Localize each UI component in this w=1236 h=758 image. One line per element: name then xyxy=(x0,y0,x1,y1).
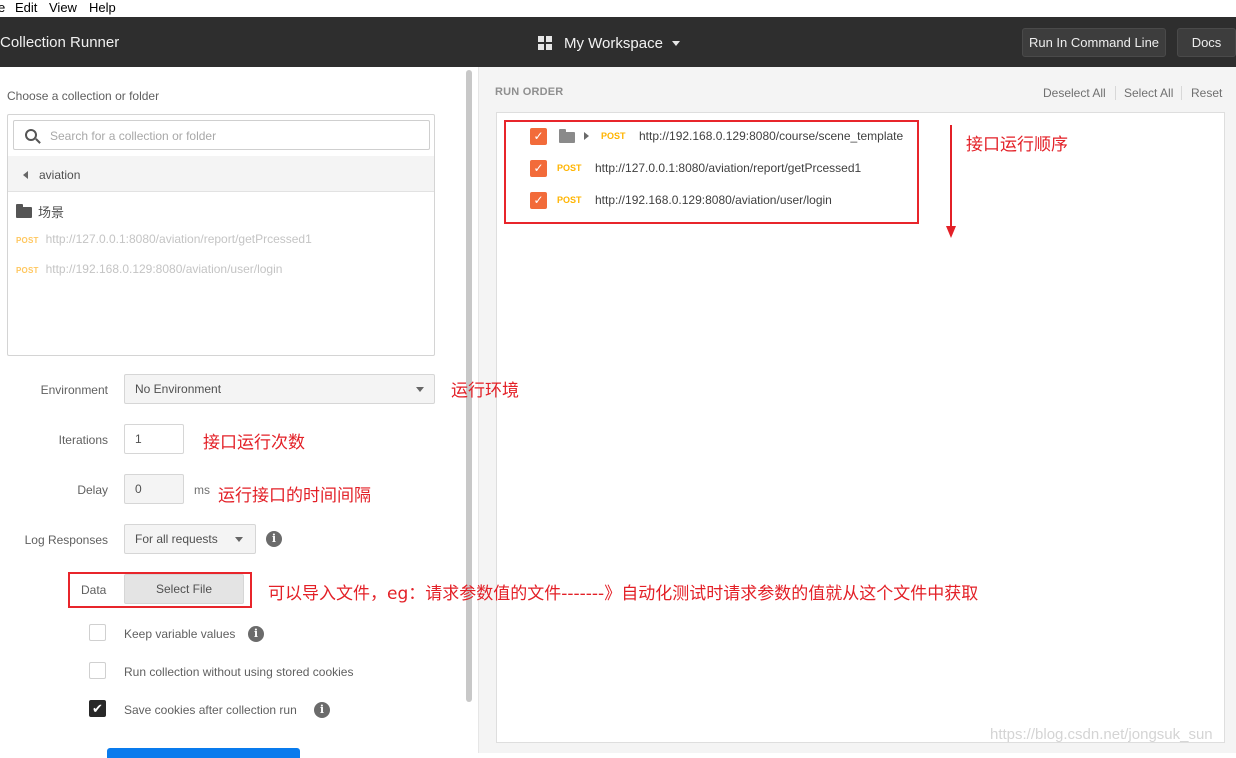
separator xyxy=(1115,86,1116,100)
iterations-note: 接口运行次数 xyxy=(203,433,305,453)
menu-item-help[interactable]: Help xyxy=(89,0,116,15)
watermark: https://blog.csdn.net/jongsuk_sun xyxy=(990,726,1213,743)
folder-icon xyxy=(16,204,32,218)
keep-variable-values-label: Keep variable values xyxy=(124,627,236,641)
environment-label: Environment xyxy=(40,383,108,397)
collection-picker: Search for a collection or folder aviati… xyxy=(7,114,435,356)
data-file-note: 可以导入文件，eg：请求参数值的文件-------》自动化测试时请求参数的值就从… xyxy=(268,584,979,604)
environment-select[interactable]: No Environment xyxy=(124,374,435,404)
run-in-command-line-button[interactable]: Run In Command Line xyxy=(1022,28,1166,57)
chevron-down-icon xyxy=(416,387,424,392)
folder-name: 场景 xyxy=(38,205,65,220)
deselect-all-link[interactable]: Deselect All xyxy=(1043,86,1106,100)
request-row[interactable]: POST http://192.168.0.129:8080/aviation/… xyxy=(16,262,282,276)
iterations-input[interactable]: 1 xyxy=(124,424,184,454)
request-method: POST xyxy=(16,266,39,275)
info-icon[interactable]: i xyxy=(266,531,282,547)
grid-icon xyxy=(538,36,552,50)
chevron-down-icon xyxy=(671,40,680,46)
run-order-note: 接口运行顺序 xyxy=(966,135,1068,155)
menu-item-view[interactable]: View xyxy=(49,0,77,15)
environment-note: 运行环境 xyxy=(451,381,519,401)
save-cookies-checkbox[interactable]: ✔ xyxy=(89,700,106,717)
runner-config-panel: Choose a collection or folder Search for… xyxy=(0,67,472,758)
run-collection-button[interactable] xyxy=(107,748,300,758)
workspace-name: My Workspace xyxy=(564,34,663,52)
info-icon[interactable]: i xyxy=(314,702,330,718)
choose-collection-label: Choose a collection or folder xyxy=(7,89,160,103)
select-all-link[interactable]: Select All xyxy=(1124,86,1173,100)
info-icon[interactable]: i xyxy=(248,626,264,642)
chevron-down-icon xyxy=(235,537,243,542)
menu-item-file[interactable]: e xyxy=(0,0,5,15)
app-title: Collection Runner xyxy=(0,34,120,51)
environment-value: No Environment xyxy=(135,382,222,396)
log-responses-select[interactable]: For all requests xyxy=(124,524,256,554)
delay-input[interactable]: 0 xyxy=(124,474,184,504)
run-order-heading: RUN ORDER xyxy=(495,86,564,98)
search-icon xyxy=(25,129,37,141)
keep-variable-values-checkbox[interactable] xyxy=(89,624,106,641)
run-without-cookies-label: Run collection without using stored cook… xyxy=(124,665,354,679)
reset-link[interactable]: Reset xyxy=(1191,86,1222,100)
delay-label: Delay xyxy=(77,483,108,497)
log-responses-value: For all requests xyxy=(135,532,218,546)
run-without-cookies-checkbox[interactable] xyxy=(89,662,106,679)
down-arrow-line xyxy=(950,125,952,228)
request-url: http://192.168.0.129:8080/aviation/user/… xyxy=(45,262,283,276)
collection-search-input[interactable]: Search for a collection or folder xyxy=(13,120,430,150)
title-bar: Collection Runner My Workspace Run In Co… xyxy=(0,17,1236,67)
data-highlight-box xyxy=(68,572,252,608)
save-cookies-label: Save cookies after collection run xyxy=(124,703,297,717)
search-placeholder: Search for a collection or folder xyxy=(50,129,217,143)
delay-note: 运行接口的时间间隔 xyxy=(218,486,371,506)
folder-row[interactable]: 场景 xyxy=(8,196,434,222)
delay-unit: ms xyxy=(194,483,210,497)
workspace-switcher[interactable]: My Workspace xyxy=(538,33,680,53)
log-responses-label: Log Responses xyxy=(24,533,108,547)
iterations-label: Iterations xyxy=(58,433,108,447)
delay-value: 0 xyxy=(135,482,142,496)
breadcrumb-collection: aviation xyxy=(39,168,81,182)
run-order-highlight-box xyxy=(504,120,919,224)
request-row[interactable]: POST http://127.0.0.1:8080/aviation/repo… xyxy=(16,232,312,246)
breadcrumb[interactable]: aviation xyxy=(8,156,434,192)
down-arrow-icon xyxy=(946,226,956,238)
docs-button[interactable]: Docs xyxy=(1177,28,1236,57)
menu-bar: e Edit View Help xyxy=(0,0,1236,17)
iterations-value: 1 xyxy=(135,432,142,446)
request-method: POST xyxy=(16,236,39,245)
request-url: http://127.0.0.1:8080/aviation/report/ge… xyxy=(45,232,312,246)
separator xyxy=(1181,86,1182,100)
back-arrow-icon[interactable] xyxy=(23,171,28,179)
menu-item-edit[interactable]: Edit xyxy=(15,0,37,15)
